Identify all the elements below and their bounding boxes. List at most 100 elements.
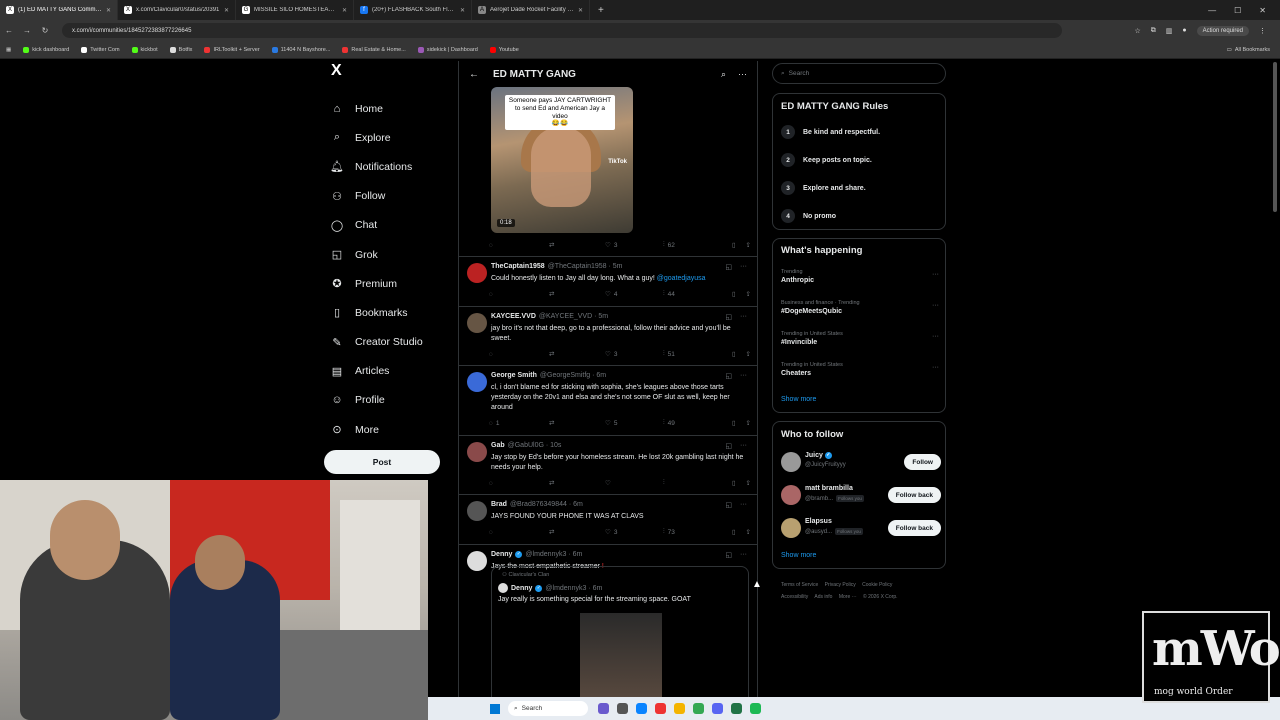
apps-icon[interactable]: ▦ xyxy=(6,47,11,53)
views-button[interactable]: ⫶ 44 xyxy=(663,290,723,298)
quote-media[interactable] xyxy=(580,613,662,703)
x-logo-icon[interactable]: X xyxy=(331,62,349,80)
forward-icon[interactable]: → xyxy=(18,26,36,35)
views-button[interactable]: ⫶ xyxy=(663,479,723,487)
search-input[interactable]: ⌕ Search xyxy=(772,63,946,84)
share-icon[interactable]: ⇪ xyxy=(746,290,751,298)
nav-item-bookmarks[interactable]: ▯ Bookmarks xyxy=(328,298,448,327)
url-input[interactable]: x.com/i/communities/1845272383877226645 xyxy=(62,23,1062,38)
repost-button[interactable]: ⇄ xyxy=(549,290,605,298)
repost-button[interactable]: ⇄ xyxy=(549,528,605,536)
windows-start-icon[interactable] xyxy=(490,703,500,714)
avatar[interactable] xyxy=(781,485,801,505)
spotify-icon[interactable] xyxy=(750,703,761,714)
nav-item-more[interactable]: ⊙ More xyxy=(328,415,448,444)
tweet[interactable]: TheCaptain1958 @TheCaptain1958 · 5m ◱ ··· … xyxy=(459,256,757,306)
nav-item-notifications[interactable]: 🔔︎ Notifications xyxy=(328,152,448,181)
show-more-link[interactable]: Show more xyxy=(781,396,816,403)
discord-icon[interactable] xyxy=(712,703,723,714)
repost-button[interactable]: ⇄ xyxy=(549,241,605,249)
footer-link[interactable]: Privacy Policy xyxy=(825,582,856,588)
bookmark-item[interactable]: kick dashboard xyxy=(23,46,69,53)
browser-tab[interactable]: Xx.com/Clavicular0/status/20391 ✕ xyxy=(118,0,236,20)
action-required-button[interactable]: Action required xyxy=(1196,25,1249,36)
repost-button[interactable]: ⇄ xyxy=(549,479,605,487)
excel-icon[interactable] xyxy=(731,703,742,714)
bookmark-item[interactable]: Youtube xyxy=(489,46,519,53)
avatar[interactable] xyxy=(467,313,487,333)
reply-button[interactable]: ◌ xyxy=(489,351,549,358)
task-view-icon[interactable] xyxy=(617,703,628,714)
like-button[interactable]: ♡ xyxy=(605,479,663,487)
follow-back-button[interactable]: Follow back xyxy=(887,520,941,536)
maximize-icon[interactable]: ☐ xyxy=(1234,6,1241,15)
grok-icon[interactable]: ◱ xyxy=(725,501,732,509)
views-button[interactable]: ⫶ 73 xyxy=(663,528,723,536)
taskbar-search[interactable]: ⌕ Search xyxy=(508,701,588,716)
close-icon[interactable]: ✕ xyxy=(342,7,347,14)
bookmark-icon[interactable]: ▯ xyxy=(732,290,736,298)
views-button[interactable]: ⫶ 51 xyxy=(663,350,723,358)
tweet[interactable]: Denny ✓ @lmdennyk3 · 6m ◱ ··· Jays the most… xyxy=(459,544,757,720)
browser-tab[interactable]: X (1) ED MATTY GANG Community ✕ xyxy=(0,0,118,20)
footer-link[interactable]: Ads info xyxy=(814,594,832,600)
more-icon[interactable]: ··· xyxy=(740,501,747,509)
extensions-icon[interactable]: ⧉ xyxy=(1151,27,1156,35)
more-icon[interactable]: ··· xyxy=(740,372,747,380)
share-icon[interactable]: ⇪ xyxy=(746,528,751,536)
like-button[interactable]: ♡ 5 xyxy=(605,419,663,428)
menu-icon[interactable]: ⋮ xyxy=(1259,27,1266,35)
avatar[interactable] xyxy=(467,372,487,392)
nav-item-premium[interactable]: ✪ Premium xyxy=(328,269,448,298)
bookmark-item[interactable]: sidekick | Dashboard xyxy=(417,46,478,53)
reply-button[interactable]: ◌ xyxy=(489,242,549,249)
nav-item-creator-studio[interactable]: ✎ Creator Studio xyxy=(328,328,448,357)
follow-back-button[interactable]: Follow back xyxy=(887,487,941,503)
reply-button[interactable]: ◌ xyxy=(489,291,549,298)
reload-icon[interactable]: ↻ xyxy=(36,26,54,35)
bookmark-icon[interactable]: ▯ xyxy=(732,419,736,427)
like-button[interactable]: ♡ 3 xyxy=(605,241,663,250)
follow-suggestion[interactable]: matt brambilla @bramb... Follows you Foll… xyxy=(781,483,941,507)
share-icon[interactable]: ⇪ xyxy=(746,350,751,358)
more-icon[interactable]: ··· xyxy=(932,302,939,309)
quoted-tweet[interactable]: ⚇ Clavicular's Clan Denny ✓ @lmdennyk3 · 6… xyxy=(491,566,749,706)
share-icon[interactable]: ⇪ xyxy=(746,419,751,427)
avatar[interactable] xyxy=(781,518,801,538)
close-window-icon[interactable]: ✕ xyxy=(1259,6,1266,15)
page-scrollbar[interactable] xyxy=(1273,62,1277,212)
browser-tab[interactable]: f (20+) FLASHBACK South Florida ✕ xyxy=(354,0,472,20)
reply-button[interactable]: ◌ 1 xyxy=(489,420,549,427)
copilot-icon[interactable] xyxy=(598,703,609,714)
more-icon[interactable]: ··· xyxy=(740,551,747,559)
trend-item[interactable]: Trending in United States #Invincible ··· xyxy=(781,331,941,346)
app-icon[interactable] xyxy=(655,703,666,714)
author-name[interactable]: TheCaptain1958 xyxy=(491,263,545,270)
sidebar-icon[interactable]: ▥ xyxy=(1166,27,1173,35)
nav-item-articles[interactable]: ▤ Articles xyxy=(328,357,448,386)
more-icon[interactable]: ··· xyxy=(740,263,747,271)
author-name[interactable]: George Smith xyxy=(491,372,537,379)
grok-icon[interactable]: ◱ xyxy=(725,442,732,450)
grok-icon[interactable]: ◱ xyxy=(725,372,732,380)
bookmark-item[interactable]: kickbot xyxy=(131,46,158,53)
grok-icon[interactable]: ◱ xyxy=(725,551,732,559)
bookmark-icon[interactable]: ▯ xyxy=(732,241,736,249)
back-arrow-icon[interactable]: ← xyxy=(469,69,479,80)
author-name[interactable]: KAYCEE.VVD xyxy=(491,313,536,320)
avatar[interactable] xyxy=(467,442,487,462)
show-more-link[interactable]: Show more xyxy=(781,552,816,559)
grok-icon[interactable]: ◱ xyxy=(725,263,732,271)
back-icon[interactable]: ← xyxy=(0,26,18,35)
follow-button[interactable]: Follow xyxy=(904,454,941,470)
author-name[interactable]: Denny xyxy=(491,551,512,558)
views-button[interactable]: ⫶ 62 xyxy=(663,241,723,249)
nav-item-profile[interactable]: ☺ Profile xyxy=(328,386,448,415)
star-icon[interactable]: ☆ xyxy=(1135,27,1141,35)
nav-item-follow[interactable]: ⚇ Follow xyxy=(328,182,448,211)
nav-item-explore[interactable]: ⌕ Explore xyxy=(328,123,448,152)
bookmark-item[interactable]: Botfix xyxy=(169,46,192,53)
like-button[interactable]: ♡ 3 xyxy=(605,528,663,537)
nav-item-home[interactable]: ⌂ Home xyxy=(328,94,448,123)
more-icon[interactable]: ··· xyxy=(932,271,939,278)
